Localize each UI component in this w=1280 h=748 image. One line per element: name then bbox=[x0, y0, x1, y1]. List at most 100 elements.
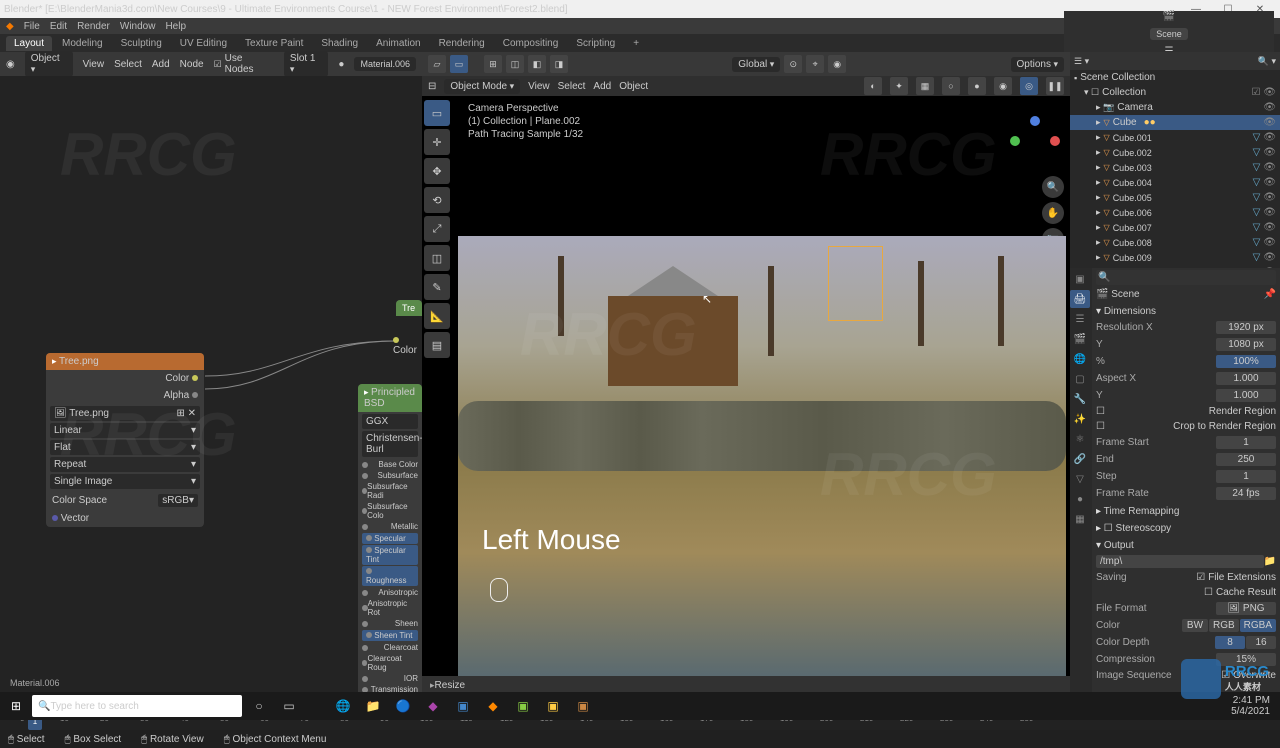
select-tool-icon[interactable]: ▭ bbox=[450, 55, 468, 73]
tab-compositing[interactable]: Compositing bbox=[495, 36, 567, 51]
ptab-modifier-icon[interactable]: 🔧 bbox=[1070, 390, 1090, 408]
proportional-icon[interactable]: ◉ bbox=[828, 55, 846, 73]
app1-icon[interactable]: ◆ bbox=[420, 693, 446, 719]
ptab-object-icon[interactable]: ▢ bbox=[1070, 370, 1090, 388]
time-remap-header[interactable]: ▸ Time Remapping bbox=[1096, 502, 1276, 519]
outliner-cube-selected[interactable]: ▸ ▽ Cube●●👁 bbox=[1070, 115, 1280, 130]
bsdf-socket[interactable]: Clearcoat bbox=[358, 642, 422, 653]
editor-type-icon[interactable]: ⊟ bbox=[428, 81, 436, 92]
ptab-texture-icon[interactable]: ▦ bbox=[1070, 510, 1090, 528]
frame-step-input[interactable]: 1 bbox=[1216, 470, 1276, 483]
res-y-input[interactable]: 1080 px bbox=[1216, 338, 1276, 351]
outliner-scene-collection[interactable]: ▪ Scene Collection bbox=[1070, 70, 1280, 85]
ptab-scene-icon[interactable]: 🎬 bbox=[1070, 330, 1090, 348]
image-texture-node[interactable]: ▸ Tree.png Color Alpha 🖼 Tree.png⊞ ✕ Lin… bbox=[46, 353, 204, 527]
select-box-tool[interactable]: ▭ bbox=[424, 100, 450, 126]
rotate-tool[interactable]: ⟲ bbox=[424, 187, 450, 213]
menu-render[interactable]: Render bbox=[77, 21, 110, 32]
color-bw-button[interactable]: BW bbox=[1182, 619, 1208, 632]
ne-menu-add[interactable]: Add bbox=[152, 59, 170, 70]
crop-region-check[interactable]: ☐ Crop to Render Region bbox=[1096, 419, 1276, 434]
bsdf-sss-method[interactable]: Christensen-Burl bbox=[362, 431, 418, 457]
folder-icon[interactable]: 📁 bbox=[1264, 556, 1276, 567]
snap-icon[interactable]: ⊞ bbox=[484, 55, 502, 73]
ptab-physics-icon[interactable]: ⚛ bbox=[1070, 430, 1090, 448]
viewport-canvas[interactable]: ▭ ✛ ✥ ⟲ ⤢ ◫ ✎ 📐 ▤ Camera Perspective (1)… bbox=[422, 96, 1070, 676]
tab-modeling[interactable]: Modeling bbox=[54, 36, 111, 51]
scene-breadcrumb[interactable]: 🎬 Scene bbox=[1096, 289, 1140, 300]
bsdf-socket[interactable]: Clearcoat Roug bbox=[358, 653, 422, 673]
ptab-constraint-icon[interactable]: 🔗 bbox=[1070, 450, 1090, 468]
ext-selector[interactable]: Repeat▾ bbox=[50, 457, 200, 472]
scale-tool[interactable]: ⤢ bbox=[424, 216, 450, 242]
overlay-toggle-icon[interactable]: ◐ bbox=[864, 77, 882, 95]
blender-taskbar-icon[interactable]: ◆ bbox=[480, 693, 506, 719]
tab-shading[interactable]: Shading bbox=[313, 36, 366, 51]
cursor-tool[interactable]: ✛ bbox=[424, 129, 450, 155]
bsdf-socket[interactable]: Subsurface bbox=[358, 470, 422, 481]
interp-selector[interactable]: Linear▾ bbox=[50, 423, 200, 438]
move-tool[interactable]: ✥ bbox=[424, 158, 450, 184]
gizmo-toggle-icon[interactable]: ✦ bbox=[890, 77, 908, 95]
shade-wire-icon[interactable]: ○ bbox=[942, 77, 960, 95]
snap-icon3[interactable]: ◧ bbox=[528, 55, 546, 73]
depth-16-button[interactable]: 16 bbox=[1246, 636, 1276, 649]
app5-icon[interactable]: ▣ bbox=[570, 693, 596, 719]
tab-animation[interactable]: Animation bbox=[368, 36, 428, 51]
properties-search[interactable]: 🔍 bbox=[1096, 270, 1276, 285]
material-dropdown[interactable]: Material.006 bbox=[354, 57, 416, 71]
options-dropdown[interactable]: Options ▾ bbox=[1011, 57, 1065, 72]
tab-rendering[interactable]: Rendering bbox=[431, 36, 493, 51]
outliner-item[interactable]: ▸ ▽ Cube.009▽ 👁 bbox=[1070, 250, 1280, 265]
tab-texture-paint[interactable]: Texture Paint bbox=[237, 36, 311, 51]
frame-start-input[interactable]: 1 bbox=[1216, 436, 1276, 449]
cortana-icon[interactable]: ○ bbox=[246, 693, 272, 719]
outliner-item[interactable]: ▸ ▽ Cube.001▽ 👁 bbox=[1070, 130, 1280, 145]
stereo-header[interactable]: ▸ ☐ Stereoscopy bbox=[1096, 519, 1276, 536]
principled-bsdf-node[interactable]: ▸ Principled BSD GGX Christensen-Burl Ba… bbox=[358, 384, 422, 706]
zoom-icon[interactable]: 🔍 bbox=[1042, 176, 1064, 198]
annotate-tool[interactable]: ✎ bbox=[424, 274, 450, 300]
outliner-item[interactable]: ▸ ▽ Cube.002▽ 👁 bbox=[1070, 145, 1280, 160]
tab-uv-editing[interactable]: UV Editing bbox=[172, 36, 235, 51]
bsdf-distribution[interactable]: GGX bbox=[362, 414, 418, 429]
bsdf-socket[interactable]: Metallic bbox=[358, 521, 422, 532]
ptab-mesh-icon[interactable]: ▽ bbox=[1070, 470, 1090, 488]
app3-icon[interactable]: ▣ bbox=[510, 693, 536, 719]
file-format-dropdown[interactable]: 🖼 PNG bbox=[1216, 602, 1276, 615]
node-canvas[interactable]: Tre Color ▸ Tree.png Color Alpha 🖼 Tree.… bbox=[0, 76, 422, 694]
scene-selector[interactable]: Scene bbox=[1150, 28, 1188, 40]
bsdf-socket[interactable]: Specular bbox=[362, 533, 418, 544]
frame-end-input[interactable]: 250 bbox=[1216, 453, 1276, 466]
vp-menu-view[interactable]: View bbox=[528, 81, 550, 92]
ne-menu-node[interactable]: Node bbox=[180, 59, 204, 70]
snap-icon4[interactable]: ◨ bbox=[550, 55, 568, 73]
nav-gizmo[interactable] bbox=[1010, 116, 1060, 166]
object-mode-dropdown[interactable]: Object Mode ▾ bbox=[444, 79, 520, 94]
outliner-item[interactable]: ▸ ▽ Cube.003▽ 👁 bbox=[1070, 160, 1280, 175]
aspect-y-input[interactable]: 1.000 bbox=[1216, 389, 1276, 402]
outliner-collection[interactable]: ▾ ☐ Collection☑ 👁 bbox=[1070, 85, 1280, 100]
proj-selector[interactable]: Flat▾ bbox=[50, 440, 200, 455]
tab-sculpting[interactable]: Sculpting bbox=[113, 36, 170, 51]
outliner-item[interactable]: ▸ ▽ Cube.007▽ 👁 bbox=[1070, 220, 1280, 235]
menu-window[interactable]: Window bbox=[120, 21, 156, 32]
app4-icon[interactable]: ▣ bbox=[540, 693, 566, 719]
outliner-camera[interactable]: ▸ 📷 Camera👁 bbox=[1070, 100, 1280, 115]
taskbar-clock[interactable]: 2:41 PM 5/4/2021 bbox=[1231, 695, 1276, 717]
image-selector[interactable]: 🖼 Tree.png⊞ ✕ bbox=[50, 406, 200, 421]
res-pct-input[interactable]: 100% bbox=[1216, 355, 1276, 368]
bsdf-socket[interactable]: Roughness bbox=[362, 566, 418, 586]
pivot-icon[interactable]: ⊙ bbox=[784, 55, 802, 73]
ptab-render-icon[interactable]: ▣ bbox=[1070, 270, 1090, 288]
vp-menu-select[interactable]: Select bbox=[558, 81, 586, 92]
res-x-input[interactable]: 1920 px bbox=[1216, 321, 1276, 334]
dimensions-header[interactable]: ▾ Dimensions bbox=[1096, 302, 1276, 319]
color-rgb-button[interactable]: RGB bbox=[1209, 619, 1239, 632]
outliner-item[interactable]: ▸ ▽ Cube.008▽ 👁 bbox=[1070, 235, 1280, 250]
magnet-icon[interactable]: ⌖ bbox=[806, 55, 824, 73]
ne-menu-view[interactable]: View bbox=[83, 59, 105, 70]
overwrite-check[interactable]: ☑ Overwrite bbox=[1221, 670, 1276, 681]
tab-scripting[interactable]: Scripting bbox=[568, 36, 623, 51]
pan-icon[interactable]: ✋ bbox=[1042, 202, 1064, 224]
